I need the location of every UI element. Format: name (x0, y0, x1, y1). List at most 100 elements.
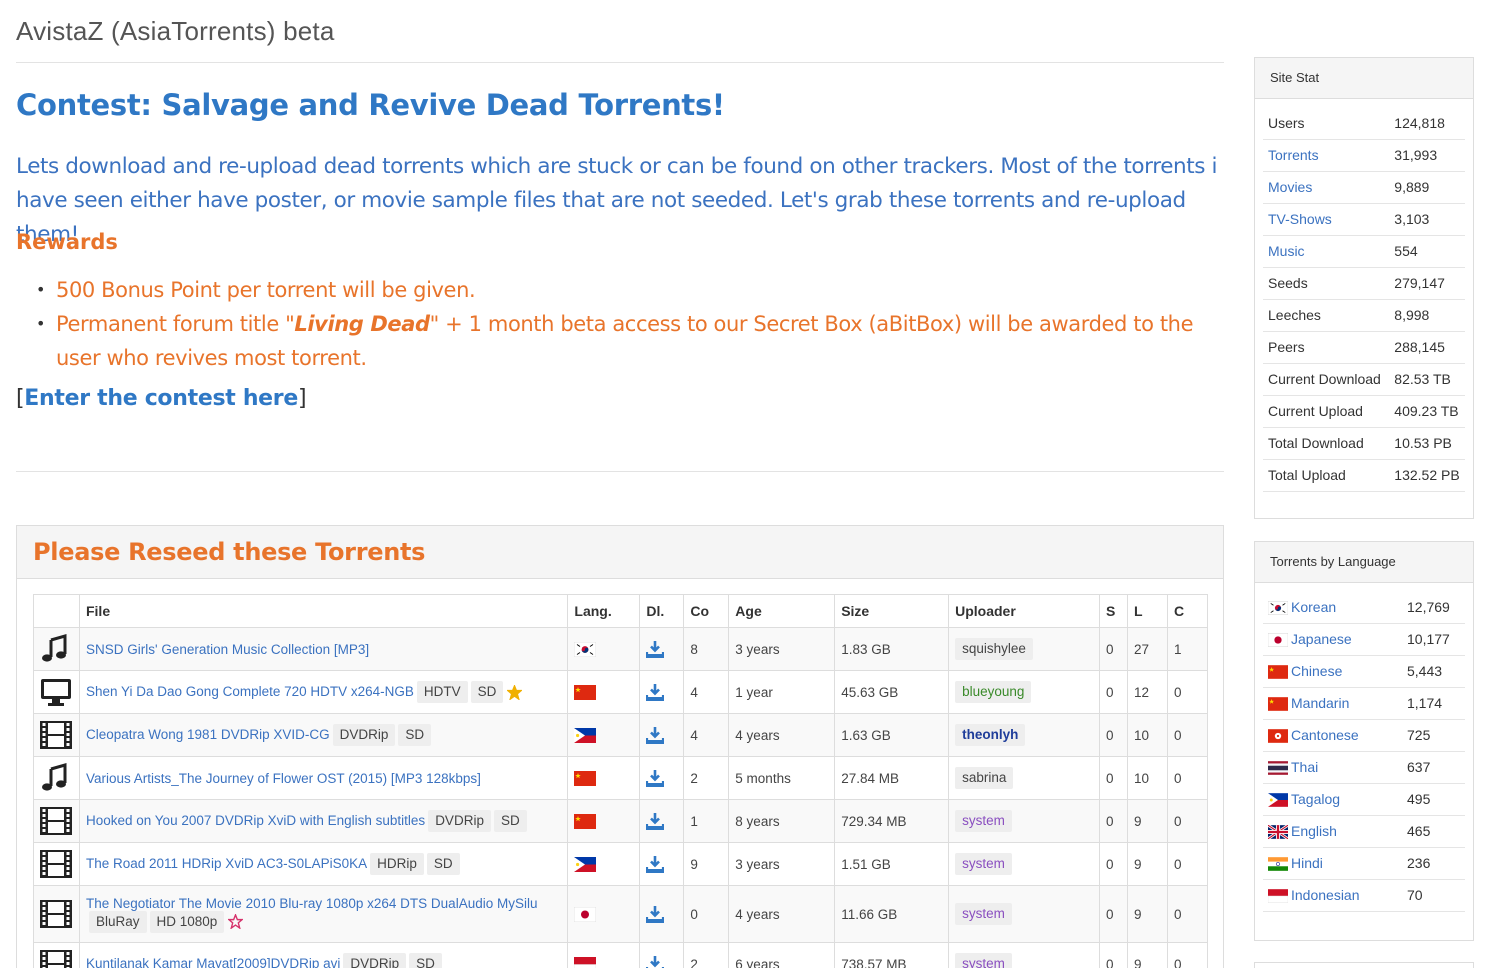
file-cell: Kuntilanak Kamar Mayat[2009]DVDRip avi DV… (78, 942, 569, 968)
stat-value: 124,818 (1386, 107, 1465, 140)
stat-link[interactable]: Torrents (1268, 147, 1319, 163)
torrent-link[interactable]: Kuntilanak Kamar Mayat[2009]DVDRip avi (86, 956, 340, 968)
col-uploader[interactable]: Uploader (948, 594, 1100, 628)
torrent-link[interactable]: Shen Yi Da Dao Gong Complete 720 HDTV x2… (86, 684, 414, 699)
category-cell[interactable] (33, 756, 80, 800)
table-row: Cleopatra Wong 1981 DVDRip XVID-CG DVDRip… (33, 713, 1209, 757)
col-seeders[interactable]: S (1098, 594, 1128, 628)
stat-link[interactable]: Movies (1268, 179, 1312, 195)
completed-cell: 0 (1166, 670, 1209, 714)
quality-tag: DVDRip (428, 810, 491, 832)
language-label-cell: Tagalog (1263, 783, 1399, 816)
bracket-close: ] (297, 386, 307, 411)
language-count: 5,443 (1399, 655, 1465, 688)
lang-cell (567, 713, 641, 757)
uploader-name[interactable]: blueyoung (955, 681, 1032, 703)
torrent-link[interactable]: Various Artists_The Journey of Flower OS… (86, 771, 481, 786)
uploader-name[interactable]: system (955, 810, 1012, 832)
language-row: Tagalog 495 (1263, 783, 1465, 816)
lang-cell (567, 799, 641, 843)
stat-link[interactable]: TV-Shows (1268, 211, 1332, 227)
file-cell: The Road 2011 HDRip XviD AC3-S0LAPiS0KA H… (78, 842, 569, 886)
stat-row: Current Upload 409.23 TB (1263, 395, 1465, 428)
size-cell: 45.63 GB (834, 670, 950, 714)
col-file[interactable]: File (78, 594, 569, 628)
quality-tag: DVDRip (332, 724, 396, 746)
download-cell[interactable] (639, 670, 685, 714)
language-link[interactable]: Hindi (1291, 855, 1323, 871)
uploader-name[interactable]: system (955, 953, 1012, 968)
language-link[interactable]: Cantonese (1291, 727, 1359, 743)
lang-cell (567, 942, 641, 968)
category-cell[interactable] (33, 942, 80, 968)
category-cell[interactable] (33, 842, 80, 886)
korean-flag (574, 641, 597, 657)
col-leechers[interactable]: L (1126, 594, 1168, 628)
movie-icon (40, 900, 73, 928)
enter-contest-link[interactable]: Enter the contest here (24, 386, 298, 411)
download-icon[interactable] (646, 812, 665, 830)
download-icon[interactable] (646, 955, 665, 968)
category-cell[interactable] (33, 713, 80, 757)
category-cell[interactable] (33, 670, 80, 714)
indonesian-flag (1268, 889, 1288, 904)
stat-row: Total Download 10.53 PB (1263, 427, 1465, 460)
completed-count-cell: 0 (683, 885, 730, 943)
download-cell[interactable] (639, 942, 685, 968)
category-cell[interactable] (33, 799, 80, 843)
download-icon[interactable] (646, 726, 665, 744)
completed-count-cell: 4 (683, 713, 730, 757)
download-icon[interactable] (646, 905, 665, 923)
col-age[interactable]: Age (728, 594, 836, 628)
download-cell[interactable] (639, 713, 685, 757)
uploader-name[interactable]: system (955, 853, 1012, 875)
lang-cell (567, 627, 641, 671)
col-completed[interactable]: C (1166, 594, 1209, 628)
uploader-name[interactable]: system (955, 903, 1012, 925)
col-co[interactable]: Co (683, 594, 730, 628)
download-cell[interactable] (639, 799, 685, 843)
torrent-link[interactable]: The Road 2011 HDRip XviD AC3-S0LAPiS0KA (86, 856, 367, 871)
language-link[interactable]: Tagalog (1291, 791, 1340, 807)
category-cell[interactable] (33, 627, 80, 671)
download-cell[interactable] (639, 842, 685, 886)
torrent-link[interactable]: SNSD Girls' Generation Music Collection … (86, 642, 369, 657)
completed-cell: 0 (1166, 756, 1209, 800)
stat-label: Total Download (1268, 435, 1364, 451)
download-cell[interactable] (639, 756, 685, 800)
table-row: Various Artists_The Journey of Flower OS… (33, 756, 1209, 800)
stat-label: Leeches (1268, 307, 1321, 323)
category-cell[interactable] (33, 885, 80, 943)
stat-link[interactable]: Music (1268, 243, 1305, 259)
torrent-link[interactable]: Hooked on You 2007 DVDRip XviD with Engl… (86, 813, 425, 828)
download-cell[interactable] (639, 885, 685, 943)
uploader-name[interactable]: theonlyh (955, 724, 1026, 746)
download-icon[interactable] (646, 855, 665, 873)
download-cell[interactable] (639, 627, 685, 671)
uploader-name[interactable]: sabrina (955, 767, 1014, 789)
language-link[interactable]: Korean (1291, 599, 1336, 615)
col-dl[interactable]: Dl. (639, 594, 685, 628)
language-link[interactable]: English (1291, 823, 1337, 839)
japanese-flag (1268, 633, 1288, 648)
download-icon[interactable] (646, 769, 665, 787)
size-cell: 27.84 MB (834, 756, 950, 800)
completed-count-cell: 9 (683, 842, 730, 886)
language-link[interactable]: Chinese (1291, 663, 1342, 679)
language-link[interactable]: Indonesian (1291, 887, 1360, 903)
col-lang[interactable]: Lang. (567, 594, 641, 628)
download-icon[interactable] (646, 683, 665, 701)
language-link[interactable]: Mandarin (1291, 695, 1349, 711)
quality-tag: HDTV (416, 681, 468, 703)
uploader-name[interactable]: squishylee (955, 638, 1033, 660)
site-stat-title: Site Stat (1255, 58, 1473, 99)
file-cell: Hooked on You 2007 DVDRip XviD with Engl… (78, 799, 569, 843)
download-icon[interactable] (646, 640, 665, 658)
col-size[interactable]: Size (834, 594, 950, 628)
language-link[interactable]: Japanese (1291, 631, 1352, 647)
language-link[interactable]: Thai (1291, 759, 1318, 775)
torrent-link[interactable]: Cleopatra Wong 1981 DVDRip XVID-CG (86, 727, 330, 742)
torrent-link[interactable]: The Negotiator The Movie 2010 Blu-ray 10… (86, 896, 538, 911)
stat-label-cell: Leeches (1263, 299, 1387, 332)
file-cell: Various Artists_The Journey of Flower OS… (78, 756, 569, 800)
